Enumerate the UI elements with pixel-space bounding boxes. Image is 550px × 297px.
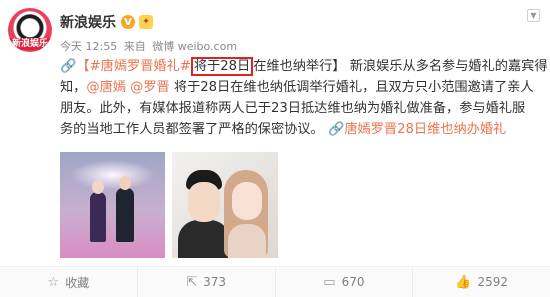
- post-image-couple-stage[interactable]: [60, 152, 165, 258]
- content-line-3: 朋友。此外，有媒体报道称两人已于23日抵达维也纳为婚礼做准备，参与婚礼服: [60, 101, 526, 116]
- verified-icon: V: [121, 15, 135, 29]
- article-link[interactable]: 🔗唐嫣罗晋28日维也纳办婚礼: [328, 122, 506, 137]
- man-figure: [116, 188, 134, 242]
- like-count: 2592: [477, 275, 508, 289]
- post-image-couple-portrait[interactable]: [172, 152, 278, 258]
- woman-head: [92, 180, 104, 194]
- content-text: 新浪娱乐从多名参与婚礼的嘉宾得: [349, 59, 548, 74]
- source-prefix: 来自: [123, 40, 146, 53]
- man-face: [188, 182, 220, 222]
- comment-icon: ▭: [323, 274, 336, 290]
- star-outline-icon: ☆: [47, 274, 60, 290]
- content-line-1: 🔗【#唐嫣罗晋婚礼# 将于28日 在维也纳举行】 新浪娱乐从多名参与婚礼的嘉宾得: [60, 56, 548, 77]
- thumbs-up-icon: 👍: [455, 274, 472, 290]
- woman-face: [232, 182, 262, 220]
- woman-body: [228, 224, 266, 258]
- content-line-4: 务的当地工作人员都签署了严格的保密协议。 🔗唐嫣罗晋28日维也纳办婚礼: [60, 119, 538, 140]
- favorite-button[interactable]: ☆ 收藏: [0, 267, 138, 297]
- man-body: [178, 220, 230, 258]
- content-text: 务的当地工作人员都签署了严格的保密协议。: [60, 122, 324, 137]
- post-source[interactable]: 微博 weibo.com: [152, 40, 237, 53]
- action-bar: ☆ 收藏 ⇱ 373 ▭ 670 👍 2592: [0, 266, 550, 297]
- content-text: 将于28日在维也纳低调举行婚礼，且双方只小范围邀请了亲人: [169, 80, 534, 95]
- post-content: 🔗【#唐嫣罗晋婚礼# 将于28日 在维也纳举行】 新浪娱乐从多名参与婚礼的嘉宾得 知…: [60, 56, 548, 140]
- post-time[interactable]: 今天 12:55: [60, 40, 117, 53]
- favorite-label: 收藏: [65, 275, 90, 290]
- like-button[interactable]: 👍 2592: [413, 267, 550, 297]
- username[interactable]: 新浪娱乐: [60, 12, 116, 32]
- comment-button[interactable]: ▭ 670: [276, 267, 414, 297]
- post-meta: 今天 12:55 来自 微博 weibo.com: [60, 38, 240, 54]
- man-head: [119, 176, 131, 190]
- forward-button[interactable]: ⇱ 373: [138, 267, 276, 297]
- link-icon: 🔗: [60, 59, 77, 74]
- mention-link[interactable]: @唐嫣: [86, 80, 126, 95]
- topic-end-text: 在维也纳举行】: [253, 59, 346, 74]
- chevron-down-icon[interactable]: ▼: [527, 9, 540, 22]
- highlighted-text: 将于28日: [190, 57, 254, 76]
- woman-figure: [90, 192, 106, 242]
- article-link-text: 唐嫣罗晋28日维也纳办婚礼: [344, 122, 507, 137]
- forward-icon: ⇱: [186, 274, 198, 290]
- content-text: 知，: [60, 80, 87, 95]
- post-header: 新浪娱乐 V ✦: [60, 9, 153, 35]
- comment-count: 670: [341, 275, 365, 289]
- forward-count: 373: [203, 275, 227, 289]
- avatar-label: 新浪娱乐: [8, 38, 52, 50]
- link-icon: 🔗: [327, 122, 345, 137]
- avatar[interactable]: 新浪娱乐: [8, 8, 52, 52]
- member-badge-icon[interactable]: ✦: [139, 15, 153, 29]
- stage-light: [70, 160, 155, 190]
- mention-link[interactable]: @罗晋: [130, 80, 170, 95]
- content-line-2: 知，@唐嫣 @罗晋 将于28日在维也纳低调举行婚礼，且双方只小范围邀请了亲人: [60, 77, 538, 98]
- topic-link-text: 【#唐嫣罗晋婚礼#: [76, 59, 191, 74]
- topic-link[interactable]: 🔗【#唐嫣罗晋婚礼#: [60, 59, 191, 74]
